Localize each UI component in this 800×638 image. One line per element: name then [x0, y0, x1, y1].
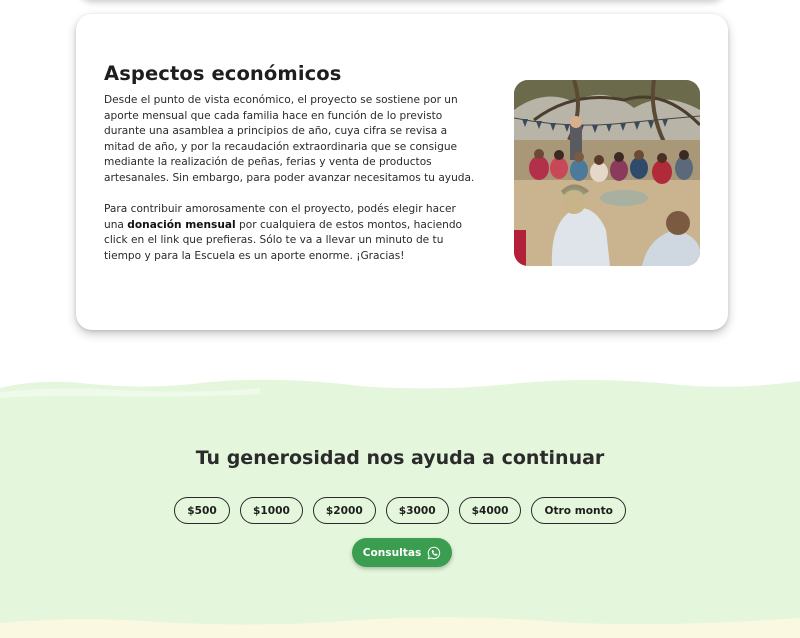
- contact-whatsapp-button[interactable]: Consultas: [352, 538, 452, 567]
- contact-button-label: Consultas: [362, 546, 422, 559]
- monthly-donation-emphasis: donación mensual: [127, 218, 236, 231]
- school-community-photo: [514, 80, 700, 266]
- economic-aspects-text: Desde el punto de vista económico, el pr…: [104, 93, 479, 265]
- donation-amount-buttons: $500 $1000 $2000 $3000 $4000 Otro monto: [0, 497, 800, 524]
- economic-aspects-title: Aspectos económicos: [104, 62, 342, 85]
- donate-2000-button[interactable]: $2000: [312, 497, 376, 524]
- whatsapp-icon: [427, 546, 441, 560]
- donate-1000-button[interactable]: $1000: [240, 497, 303, 524]
- donation-section-title: Tu generosidad nos ayuda a continuar: [195, 447, 605, 469]
- economic-aspects-card: Aspectos económicos Desde el punto de vi…: [76, 14, 728, 330]
- economic-paragraph-2: Para contribuir amorosamente con el proy…: [104, 202, 479, 264]
- donate-4000-button[interactable]: $4000: [458, 497, 522, 524]
- economic-paragraph-1: Desde el punto de vista económico, el pr…: [104, 94, 475, 184]
- donate-500-button[interactable]: $500: [174, 497, 231, 524]
- donate-other-amount-button[interactable]: Otro monto: [531, 497, 626, 524]
- donate-3000-button[interactable]: $3000: [385, 497, 449, 524]
